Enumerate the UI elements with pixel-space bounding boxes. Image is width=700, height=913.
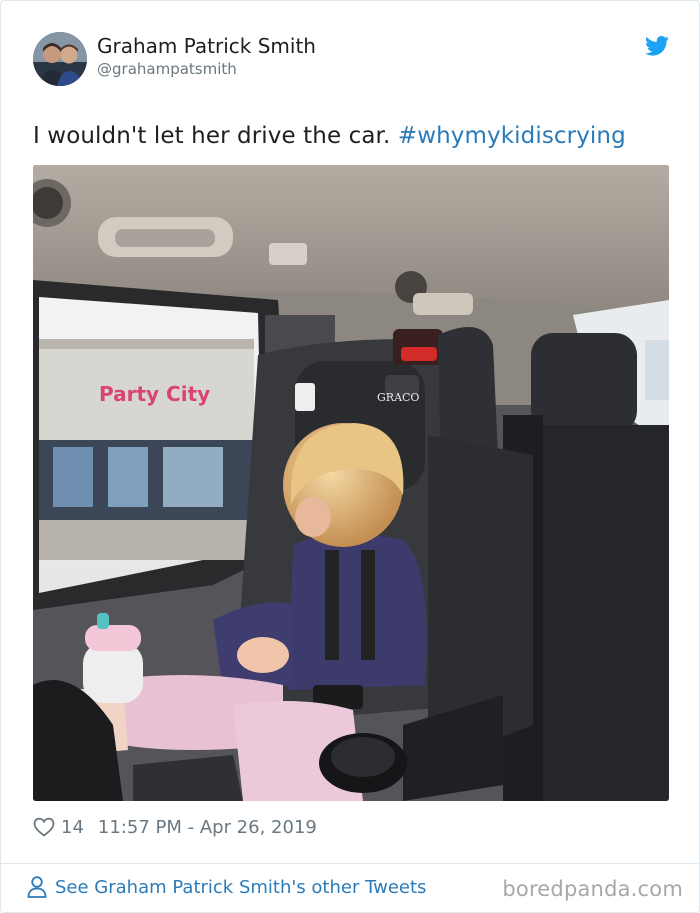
author-name[interactable]: Graham Patrick Smith <box>97 34 316 58</box>
tweet-header: Graham Patrick Smith @grahampatsmith <box>33 32 673 88</box>
tweet-text: I wouldn't let her drive the car. #whymy… <box>33 123 626 149</box>
watermark: boredpanda.com <box>502 877 683 901</box>
see-more-label[interactable]: See Graham Patrick Smith's other Tweets <box>55 877 426 898</box>
timestamp[interactable]: 11:57 PM - Apr 26, 2019 <box>98 817 317 838</box>
tweet-meta: 14 11:57 PM - Apr 26, 2019 <box>33 813 317 841</box>
tweet-photo[interactable]: Party City GRACO <box>33 165 669 801</box>
seat-brand-text: GRACO <box>377 391 419 404</box>
footer-divider <box>1 863 700 864</box>
store-sign-text: Party City <box>99 382 210 406</box>
see-more-tweets-link[interactable]: See Graham Patrick Smith's other Tweets <box>27 876 426 898</box>
person-icon <box>27 876 47 898</box>
tweet-body: I wouldn't let her drive the car. <box>33 123 398 149</box>
avatar[interactable] <box>33 32 87 86</box>
like-count[interactable]: 14 <box>61 817 84 838</box>
hashtag-link[interactable]: #whymykidiscrying <box>398 123 626 149</box>
heart-icon[interactable] <box>33 817 55 837</box>
tweet-card: Graham Patrick Smith @grahampatsmith I w… <box>0 0 700 913</box>
author-handle[interactable]: @grahampatsmith <box>97 60 237 78</box>
twitter-bird-icon[interactable] <box>645 36 669 56</box>
